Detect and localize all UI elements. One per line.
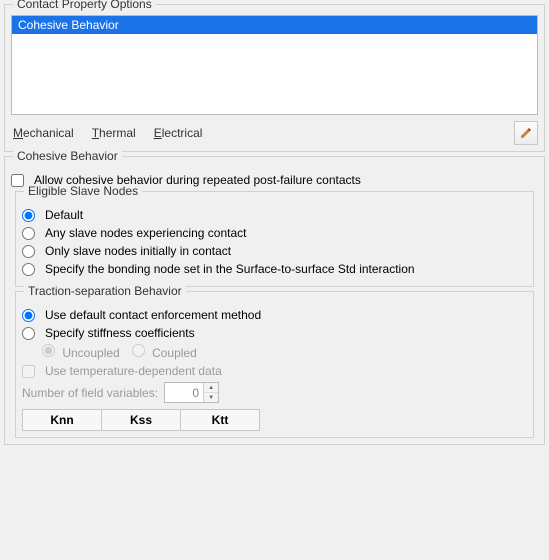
esn-only-radio[interactable] [22, 245, 35, 258]
ts-default-radio[interactable] [22, 309, 35, 322]
property-listbox[interactable]: Cohesive Behavior [11, 15, 538, 115]
col-knn: Knn [23, 410, 102, 431]
esn-only-row[interactable]: Only slave nodes initially in contact [22, 244, 527, 258]
col-kss: Kss [102, 410, 181, 431]
edit-button[interactable] [514, 121, 538, 145]
ts-specify-label: Specify stiffness coefficients [45, 326, 195, 340]
cohesive-behavior-legend: Cohesive Behavior [13, 149, 122, 163]
tab-electrical[interactable]: Electrical [152, 126, 205, 140]
tab-mechanical[interactable]: Mechanical [11, 126, 76, 140]
esn-default-label: Default [45, 208, 83, 222]
ts-default-row[interactable]: Use default contact enforcement method [22, 308, 527, 322]
esn-default-radio[interactable] [22, 209, 35, 222]
esn-default-row[interactable]: Default [22, 208, 527, 222]
coupling-coupled-radio [132, 344, 145, 357]
tab-electrical-rest: lectrical [162, 126, 203, 140]
coupling-uncoupled-label: Uncoupled [62, 346, 119, 360]
esn-any-radio[interactable] [22, 227, 35, 240]
traction-separation-group: Traction-separation Behavior Use default… [15, 291, 534, 438]
esn-any-row[interactable]: Any slave nodes experiencing contact [22, 226, 527, 240]
spinner-down-icon: ▼ [204, 393, 218, 402]
ts-specify-row[interactable]: Specify stiffness coefficients [22, 326, 527, 340]
allow-repeat-checkbox[interactable] [11, 174, 24, 187]
esn-specify-row[interactable]: Specify the bonding node set in the Surf… [22, 262, 527, 276]
coupling-coupled-row: Coupled [132, 344, 197, 360]
tab-thermal-rest: hermal [99, 126, 136, 140]
tab-mechanical-rest: echanical [23, 126, 74, 140]
num-field-vars-spinner: ▲ ▼ [164, 382, 219, 403]
temp-dep-label: Use temperature-dependent data [45, 364, 222, 378]
temp-dep-checkbox [22, 365, 35, 378]
esn-specify-label: Specify the bonding node set in the Surf… [45, 262, 415, 276]
traction-separation-legend: Traction-separation Behavior [24, 284, 186, 298]
ts-specify-radio[interactable] [22, 327, 35, 340]
pencil-icon [520, 127, 532, 139]
eligible-slave-nodes-group: Eligible Slave Nodes Default Any slave n… [15, 191, 534, 287]
contact-property-options-group: Contact Property Options Cohesive Behavi… [4, 4, 545, 152]
temp-dep-row: Use temperature-dependent data [22, 364, 527, 378]
spinner-up-icon: ▲ [204, 383, 218, 393]
coupling-uncoupled-radio [42, 344, 55, 357]
esn-any-label: Any slave nodes experiencing contact [45, 226, 246, 240]
esn-only-label: Only slave nodes initially in contact [45, 244, 231, 258]
coupling-coupled-label: Coupled [152, 346, 197, 360]
num-field-vars-row: Number of field variables: ▲ ▼ [22, 382, 527, 403]
property-list-item[interactable]: Cohesive Behavior [12, 16, 537, 34]
ts-default-label: Use default contact enforcement method [45, 308, 261, 322]
esn-specify-radio[interactable] [22, 263, 35, 276]
eligible-slave-nodes-legend: Eligible Slave Nodes [24, 184, 142, 198]
contact-property-options-legend: Contact Property Options [13, 0, 156, 11]
col-ktt: Ktt [181, 410, 260, 431]
coupling-uncoupled-row: Uncoupled [42, 344, 120, 360]
table-header-row: Knn Kss Ktt [23, 410, 260, 431]
cohesive-behavior-group: Cohesive Behavior Allow cohesive behavio… [4, 156, 545, 445]
num-field-vars-label: Number of field variables: [22, 386, 158, 400]
tab-thermal[interactable]: Thermal [90, 126, 138, 140]
stiffness-table: Knn Kss Ktt [22, 409, 260, 431]
num-field-vars-input [165, 383, 203, 402]
coupling-row: Uncoupled Coupled [42, 344, 527, 360]
